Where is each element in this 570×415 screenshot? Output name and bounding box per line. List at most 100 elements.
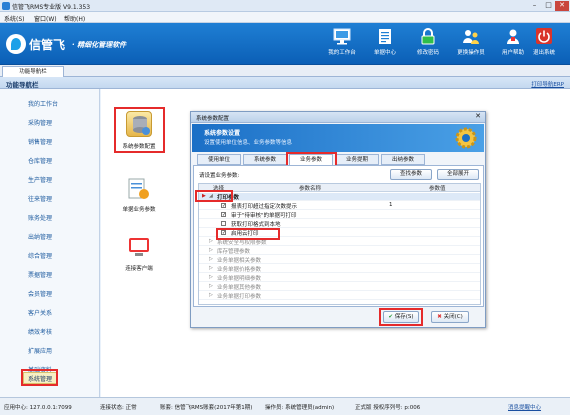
status-account: 账套: 信管飞RMS账套(2017年第1期) [160, 405, 253, 411]
group-row[interactable]: ▷ 业务单据相关参数 [199, 256, 480, 264]
group-row[interactable]: ▷ 库存管理参数 [199, 247, 480, 255]
tab-system-params[interactable]: 系统参数 [243, 154, 287, 165]
close-dialog-button[interactable]: ✖ 关闭(C) [431, 311, 469, 323]
column-param-name: 参数名称 [299, 186, 322, 192]
dialog-header-subtitle: 设置使用单位信息、业务参数等信息 [204, 140, 293, 146]
param-row[interactable]: 获取打印格式到本地 [199, 220, 480, 228]
print-nav-link[interactable]: 打印导航ERP [531, 80, 564, 88]
expand-all-button[interactable]: 全部展开 [437, 169, 479, 180]
sidebar-item-production[interactable]: 生产管理 [28, 175, 52, 185]
tab-cashier-params[interactable]: 出纳参数 [381, 154, 425, 165]
maximize-button[interactable]: □ [543, 1, 554, 11]
minimize-button[interactable]: – [529, 1, 540, 11]
group-row-print[interactable]: ▶ ◢ 打印参数 [199, 193, 480, 201]
toolbar-exit-label: 退出系统 [532, 50, 555, 56]
document-params-icon[interactable] [126, 176, 152, 202]
close-icon: ✖ [437, 314, 442, 320]
param-row[interactable]: ✓ 审于"待审核"的单据可打印 [199, 211, 480, 219]
brand-slogan: · 精细化管理软件 [72, 41, 127, 49]
menu-help[interactable]: 帮助(H) [64, 14, 85, 23]
sidebar-item-sales[interactable]: 销售管理 [28, 137, 52, 147]
toolbar-password-label: 修改密码 [416, 50, 439, 56]
client-connect-icon[interactable] [126, 234, 152, 260]
param-value[interactable]: 1 [389, 202, 393, 208]
sidebar-item-ledger[interactable]: 账务处理 [28, 213, 52, 223]
toolbar-password-button[interactable]: 修改密码 [406, 25, 450, 63]
highlight-box [216, 228, 280, 240]
close-button[interactable]: ✕ [555, 1, 569, 11]
param-checkbox[interactable]: ✓ [221, 203, 226, 209]
status-license: 正式版 授权序列号: p:006 [355, 405, 421, 411]
expand-icon[interactable]: ▷ [209, 283, 213, 289]
toolbar-switch-user-button[interactable]: 更换操作员 [449, 25, 493, 63]
sidebar-item-crm[interactable]: 客户关系 [28, 308, 52, 318]
lock-icon [421, 28, 435, 45]
sidebar-item-general[interactable]: 综合管理 [28, 251, 52, 261]
params-grid: 选择 参数名称 参数值 ▶ ◢ 打印参数 ✓ 报表打印超过指定次数提示 1 ✓ … [198, 183, 481, 305]
sidebar-item-performance[interactable]: 绩效考核 [28, 327, 52, 337]
param-row[interactable]: ✓ 报表打印超过指定次数提示 1 [199, 202, 480, 210]
group-row[interactable]: ▷ 业务单据明细参数 [199, 274, 480, 282]
document-params-label[interactable]: 单据业务参数 [115, 205, 163, 213]
params-panel: 请设置业务参数: 查找参数 全部展开 选择 参数名称 参数值 ▶ ◢ 打印参数 … [193, 165, 484, 307]
menu-bar: 系统(S) 窗口(W) 帮助(H) [0, 12, 570, 23]
sidebar-item-workbench[interactable]: 我的工作台 [28, 99, 58, 109]
group-row[interactable]: ▷ 业务单据打印参数 [199, 292, 480, 300]
sidebar-item-cashier[interactable]: 出纳管理 [28, 232, 52, 242]
toolbar-workbench-label: 我的工作台 [328, 50, 356, 56]
param-checkbox[interactable] [221, 221, 226, 226]
client-connect-label[interactable]: 连接客户端 [115, 264, 163, 272]
gear-icon [455, 127, 477, 149]
sidebar-item-purchase[interactable]: 采购管理 [28, 118, 52, 128]
menu-system[interactable]: 系统(S) [4, 14, 25, 23]
sidebar-item-invoices[interactable]: 票据管理 [28, 270, 52, 280]
group-row[interactable]: ▷ 业务单据价格参数 [199, 265, 480, 273]
app-icon [2, 2, 10, 10]
highlight-box [379, 308, 423, 326]
group-label: 业务单据相关参数 [217, 258, 262, 264]
brand-name: 信管飞 [29, 38, 66, 52]
param-label: 报表打印超过指定次数提示 [231, 204, 298, 210]
status-operator: 操作员: 系统管理员(admin) [265, 405, 335, 411]
expand-icon[interactable]: ▷ [209, 247, 213, 253]
menu-window[interactable]: 窗口(W) [34, 14, 57, 23]
dialog-close-icon[interactable]: ✕ [475, 112, 481, 120]
tab-unit[interactable]: 使用单位 [197, 154, 241, 165]
help-user-icon [507, 29, 519, 44]
status-bar: 应用中心: 127.0.0.1:7099 连接状态: 正常 账套: 信管飞RMS… [0, 397, 570, 415]
dialog-header: 系统参数设置 设置使用单位信息、业务参数等信息 [192, 124, 484, 152]
user-switch-icon [463, 30, 479, 44]
nav-header: 功能导航栏 打印导航ERP [0, 77, 570, 89]
expand-icon[interactable]: ▷ [209, 238, 213, 244]
expand-icon[interactable]: ▷ [209, 292, 213, 298]
sidebar-item-extensions[interactable]: 扩展应用 [28, 346, 52, 356]
group-label: 业务单据其他参数 [217, 285, 262, 291]
sidebar: 我的工作台 采购管理 销售管理 仓库管理 生产管理 往来管理 账务处理 出纳管理… [0, 89, 100, 397]
toolbar-workbench-button[interactable]: 我的工作台 [320, 25, 364, 63]
group-label: 业务单据明细参数 [217, 276, 262, 282]
group-row[interactable]: ▷ 业务单据其他参数 [199, 283, 480, 291]
sidebar-item-members[interactable]: 会员管理 [28, 289, 52, 299]
expand-icon[interactable]: ▷ [209, 265, 213, 271]
message-center-link[interactable]: 消息提醒中心 [508, 403, 541, 411]
toolbar-exit-button[interactable]: 退出系统 [522, 25, 566, 63]
dialog-title-bar: 系统参数配置 ✕ [191, 112, 485, 123]
tab-business-period[interactable]: 业务提期 [335, 154, 379, 165]
sidebar-item-accounts[interactable]: 往来管理 [28, 194, 52, 204]
tab-function-nav[interactable]: 功能导航栏 [2, 66, 64, 77]
system-config-dialog: 系统参数配置 ✕ 系统参数设置 设置使用单位信息、业务参数等信息 使用单位 系统… [190, 111, 486, 328]
tab-strip: 功能导航栏 [0, 65, 570, 77]
find-param-button[interactable]: 查找参数 [390, 169, 432, 180]
sidebar-item-warehouse[interactable]: 仓库管理 [28, 156, 52, 166]
highlight-box [114, 107, 165, 153]
monitor-icon [333, 28, 351, 45]
param-label: 获取打印格式到本地 [231, 222, 281, 228]
param-checkbox[interactable]: ✓ [221, 212, 226, 218]
group-label: 库存管理参数 [217, 249, 251, 255]
header-banner: 信管飞 · 精细化管理软件 我的工作台 单据中心 修改密码 更换操作员 用户帮助… [0, 23, 570, 65]
group-label: 业务单据价格参数 [217, 267, 262, 273]
expand-icon[interactable]: ▷ [209, 274, 213, 280]
dialog-footer: ✔ 保存(S) ✖ 关闭(C) [191, 308, 485, 328]
toolbar-documents-button[interactable]: 单据中心 [363, 25, 407, 63]
expand-icon[interactable]: ▷ [209, 256, 213, 262]
